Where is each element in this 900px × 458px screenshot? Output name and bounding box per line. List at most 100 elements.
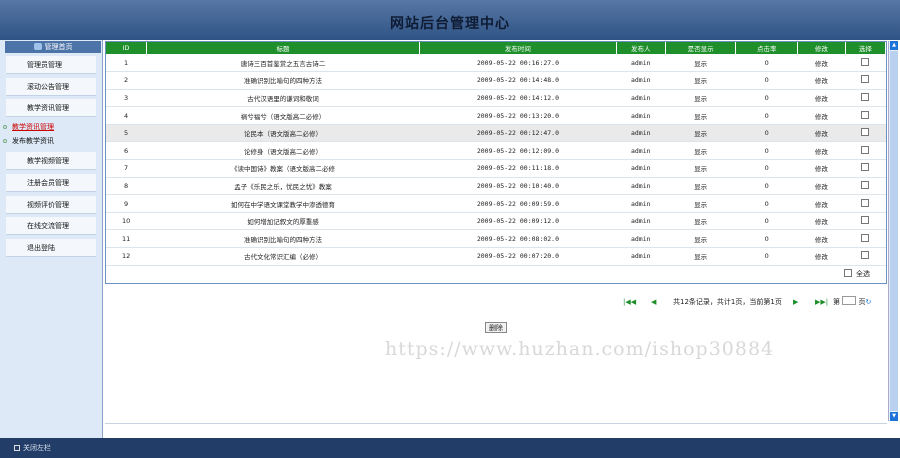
cell-show: 显示 xyxy=(665,106,736,125)
go-icon[interactable]: ↻ xyxy=(865,298,871,306)
cell-show: 显示 xyxy=(665,177,736,196)
cell-clicks: 0 xyxy=(735,89,798,108)
row-select-checkbox[interactable] xyxy=(861,180,870,189)
prev-page-icon[interactable]: ◀ xyxy=(651,296,656,308)
sidebar-item-members[interactable]: 注册会员管理 xyxy=(6,174,96,192)
row-select-checkbox[interactable] xyxy=(861,198,870,207)
scroll-up-icon[interactable]: ▲ xyxy=(890,41,898,50)
cell-show: 显示 xyxy=(665,229,736,249)
cell-select xyxy=(845,194,886,213)
cell-title[interactable]: 如何在中学语文课堂教学中渗透德育 xyxy=(146,194,420,213)
row-select-checkbox[interactable] xyxy=(861,128,870,137)
cell-title[interactable]: 如何增加记叙文的厚重感 xyxy=(146,212,420,231)
scrollbar-thumb[interactable] xyxy=(890,51,898,411)
sidebar-item-news[interactable]: 教学资讯管理 xyxy=(6,99,96,117)
edit-link[interactable]: 修改 xyxy=(797,89,846,108)
cell-time: 2009-05-22 00:08:02.0 xyxy=(419,229,616,249)
close-sidebar-icon xyxy=(14,445,20,451)
sidebar-item-chat[interactable]: 在线交流管理 xyxy=(6,217,96,235)
close-sidebar-label: 关闭左栏 xyxy=(23,444,51,452)
edit-link[interactable]: 修改 xyxy=(797,141,846,161)
cell-title[interactable]: 《读中国诗》教案（语文版高二必修 xyxy=(146,159,420,178)
edit-link[interactable]: 修改 xyxy=(797,229,846,249)
column-header-clicks: 点击率 xyxy=(735,42,799,54)
edit-link[interactable]: 修改 xyxy=(797,124,846,143)
cell-select xyxy=(845,54,886,73)
next-page-icon[interactable]: ▶ xyxy=(793,296,798,308)
column-header-edit: 修改 xyxy=(797,42,846,54)
sidebar-item-logout[interactable]: 退出登陆 xyxy=(6,239,96,257)
cell-clicks: 0 xyxy=(735,229,798,249)
cell-author: admin xyxy=(616,229,666,249)
cell-time: 2009-05-22 00:07:20.0 xyxy=(419,247,616,266)
row-select-checkbox[interactable] xyxy=(861,163,870,172)
cell-title[interactable]: 准确识别比喻句的四种方法 xyxy=(146,229,420,249)
edit-link[interactable]: 修改 xyxy=(797,159,846,178)
cell-clicks: 0 xyxy=(735,247,798,266)
cell-show: 显示 xyxy=(665,89,736,108)
table-header-row: ID 标题 发布时间 发布人 是否显示 点击率 修改 选择 xyxy=(106,42,887,54)
cell-title[interactable]: 论民本（语文版高二必修） xyxy=(146,124,420,143)
table-row: 5 论民本（语文版高二必修） 2009-05-22 00:12:47.0 admin 显… xyxy=(106,124,886,143)
sidebar-item-admin[interactable]: 管理员管理 xyxy=(6,56,96,74)
cell-id: 8 xyxy=(106,177,147,196)
sidebar-item-notice[interactable]: 滚动公告管理 xyxy=(6,78,96,96)
close-sidebar-toggle[interactable]: 关闭左栏 xyxy=(14,443,51,453)
row-select-checkbox[interactable] xyxy=(861,216,870,225)
row-select-checkbox[interactable] xyxy=(861,75,870,84)
row-select-checkbox[interactable] xyxy=(861,233,870,242)
edit-link[interactable]: 修改 xyxy=(797,212,846,231)
cell-show: 显示 xyxy=(665,212,736,231)
table-row: 10 如何增加记叙文的厚重感 2009-05-22 00:09:12.0 admin 显… xyxy=(106,212,886,231)
cell-title[interactable]: 唐诗三百首鉴赏之五言古诗二 xyxy=(146,54,420,73)
select-all[interactable]: 全选 xyxy=(844,269,870,279)
page-title: 网站后台管理中心 xyxy=(390,16,510,32)
sidebar-subitem-label: 发布教学资讯 xyxy=(12,137,54,145)
row-select-checkbox[interactable] xyxy=(861,251,870,260)
cell-select xyxy=(845,71,886,90)
cell-select xyxy=(845,229,886,249)
cell-time: 2009-05-22 00:09:12.0 xyxy=(419,212,616,231)
sidebar-subitem-news-manage[interactable]: 教学资讯管理 xyxy=(3,123,54,132)
cell-id: 6 xyxy=(106,141,147,161)
select-all-checkbox[interactable] xyxy=(844,269,852,277)
cell-id: 10 xyxy=(106,212,147,231)
cell-time: 2009-05-22 00:09:59.0 xyxy=(419,194,616,213)
row-select-checkbox[interactable] xyxy=(861,92,870,101)
cell-title[interactable]: 论修身（语文版高二必修） xyxy=(146,141,420,161)
cell-time: 2009-05-22 00:16:27.0 xyxy=(419,54,616,73)
row-select-checkbox[interactable] xyxy=(861,110,870,119)
row-select-checkbox[interactable] xyxy=(861,57,870,66)
edit-link[interactable]: 修改 xyxy=(797,247,846,266)
edit-link[interactable]: 修改 xyxy=(797,194,846,213)
cell-time: 2009-05-22 00:14:48.0 xyxy=(419,71,616,90)
sidebar-item-video-review[interactable]: 视频评价管理 xyxy=(6,196,96,214)
cell-time: 2009-05-22 00:12:47.0 xyxy=(419,124,616,143)
first-page-icon[interactable]: |◀◀ xyxy=(623,296,636,308)
footer-bar: 关闭左栏 xyxy=(0,438,900,458)
row-select-checkbox[interactable] xyxy=(861,145,870,154)
edit-link[interactable]: 修改 xyxy=(797,177,846,196)
cell-show: 显示 xyxy=(665,247,736,266)
vertical-scrollbar[interactable]: ▲ ▼ xyxy=(888,41,898,421)
edit-link[interactable]: 修改 xyxy=(797,54,846,73)
sidebar-home[interactable]: 管理首页 xyxy=(5,41,101,53)
cell-title[interactable]: 古代汉语里的谦词和敬词 xyxy=(146,89,420,108)
sidebar-subitem-news-publish[interactable]: 发布教学资讯 xyxy=(3,137,54,146)
cell-title[interactable]: 准确识别比喻句的四种方法 xyxy=(146,71,420,90)
cell-title[interactable]: 孟子《乐民之乐，忧民之忧》教案 xyxy=(146,177,420,196)
column-header-author: 发布人 xyxy=(616,42,667,54)
delete-button[interactable]: 删除 xyxy=(485,322,507,333)
cell-id: 9 xyxy=(106,194,147,213)
scroll-down-icon[interactable]: ▼ xyxy=(890,412,898,421)
edit-link[interactable]: 修改 xyxy=(797,106,846,125)
cell-time: 2009-05-22 00:12:09.0 xyxy=(419,141,616,161)
sidebar-item-video[interactable]: 教学视频管理 xyxy=(6,152,96,170)
cell-author: admin xyxy=(616,124,666,143)
cell-title[interactable]: 古代文化常识汇编（必修） xyxy=(146,247,420,266)
last-page-icon[interactable]: ▶▶| xyxy=(815,296,828,308)
cell-title[interactable]: 祸兮福兮（语文版高二必修） xyxy=(146,106,420,125)
edit-link[interactable]: 修改 xyxy=(797,71,846,90)
column-header-id: ID xyxy=(106,42,147,54)
page-number-input[interactable] xyxy=(842,296,857,305)
